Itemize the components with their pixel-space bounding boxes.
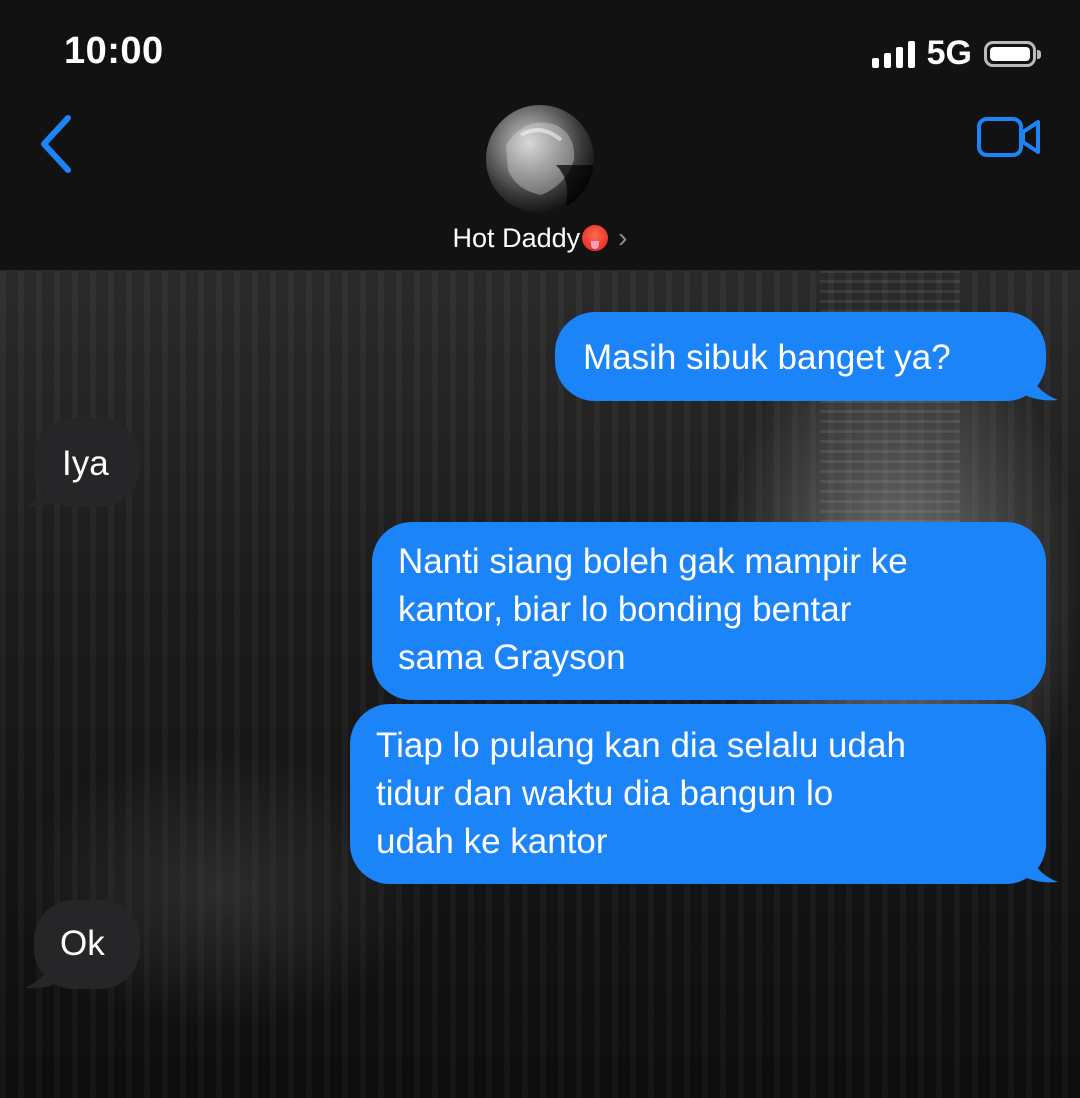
message-bubble-sent[interactable]: Tiap lo pulang kan dia selalu udah tidur… <box>350 704 1046 884</box>
battery-level-fill <box>990 46 1030 61</box>
video-camera-icon <box>977 117 1040 157</box>
video-call-button[interactable] <box>976 112 1042 162</box>
message-bubble-received[interactable]: Ok <box>34 900 140 989</box>
message-bubble-sent[interactable]: Nanti siang boleh gak mampir ke kantor, … <box>372 522 1046 700</box>
back-button[interactable] <box>30 110 90 180</box>
messages-screen: 10:00 5G Hot Daddy › Masih sibuk banget … <box>0 0 1080 1098</box>
status-indicators: 5G <box>871 34 1041 73</box>
avatar-photo <box>506 122 594 213</box>
chevron-right-icon: › <box>618 222 628 253</box>
battery-icon <box>984 40 1041 67</box>
chevron-left-icon <box>41 115 71 173</box>
contact-avatar[interactable] <box>486 105 594 213</box>
hot-face-emoji-icon <box>582 225 609 251</box>
status-time: 10:00 <box>64 30 164 72</box>
conversation-header: 10:00 5G Hot Daddy › <box>0 0 1080 271</box>
contact-name: Hot Daddy <box>452 223 581 253</box>
contact-name-button[interactable]: Hot Daddy › <box>0 222 1080 254</box>
cellular-signal-icon <box>871 40 915 68</box>
network-type-label: 5G <box>926 34 972 72</box>
message-bubble-received[interactable]: Iya <box>34 418 140 507</box>
message-bubble-sent[interactable]: Masih sibuk banget ya? <box>555 312 1046 401</box>
